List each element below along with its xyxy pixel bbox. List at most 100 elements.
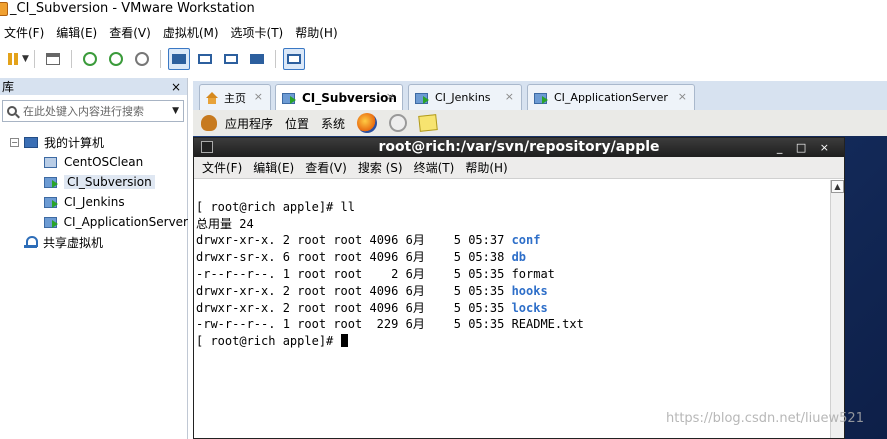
ls-time: 05:35 [468, 283, 505, 298]
notes-icon[interactable] [418, 114, 438, 132]
terminal-window[interactable]: root@rich:/var/svn/repository/apple _ □ … [193, 137, 845, 439]
console-view-button[interactable] [194, 48, 216, 70]
ls-month: 6月 [405, 250, 425, 265]
ls-row: drwxr-xr-x. 2 root root 4096 6月 5 05:37 … [196, 232, 830, 249]
scroll-up-icon[interactable]: ▲ [831, 180, 844, 193]
ls-group: root [333, 233, 363, 248]
close-icon[interactable]: × [505, 90, 514, 103]
menu-view[interactable]: 查看(V) [109, 24, 151, 41]
revert-snapshot-icon [108, 52, 123, 66]
chevron-down-icon[interactable]: ▼ [172, 106, 179, 116]
ls-links: 1 [282, 266, 290, 281]
ls-time: 05:38 [468, 250, 505, 265]
tab-label: CI_Jenkins [435, 91, 491, 104]
ls-name: locks [511, 300, 548, 315]
ls-owner: root [297, 250, 327, 265]
full-screen-icon [223, 54, 238, 64]
take-snapshot-button[interactable] [79, 48, 101, 70]
tree-item-vm[interactable]: CI_ApplicationServer [0, 212, 188, 232]
chevron-down-icon[interactable]: ▼ [22, 54, 29, 64]
ls-month: 6月 [405, 283, 425, 298]
guest-menu-places[interactable]: 位置 [285, 115, 309, 132]
snapshot-manager-button[interactable] [131, 48, 153, 70]
vmware-app-icon [0, 2, 8, 16]
menu-edit[interactable]: 编辑(E) [56, 24, 97, 41]
terminal-title-bar[interactable]: root@rich:/var/svn/repository/apple _ □ … [194, 138, 844, 157]
network-icon [45, 53, 60, 65]
terminal-menu-bar: 文件(F) 编辑(E) 查看(V) 搜索 (S) 终端(T) 帮助(H) [194, 157, 844, 179]
ls-row: -r--r--r--. 1 root root 2 6月 5 05:35 for… [196, 266, 830, 283]
menu-help[interactable]: 帮助(H) [295, 24, 337, 41]
menu-vm[interactable]: 虚拟机(M) [163, 24, 219, 41]
terminal-scrollbar[interactable]: ▲ [830, 180, 844, 438]
ls-group: root [333, 250, 363, 265]
title-bar: _CI_Subversion - VMware Workstation [0, 0, 887, 19]
revert-snapshot-button[interactable] [105, 48, 127, 70]
ls-name: hooks [511, 283, 548, 298]
ls-perms: -rw-r--r--. [196, 317, 276, 332]
terminal-menu-view[interactable]: 查看(V) [305, 159, 347, 176]
close-icon[interactable]: × [678, 90, 687, 103]
window-controls[interactable]: _ □ × [777, 138, 834, 157]
tree-label: CI_Jenkins [64, 195, 125, 209]
terminal-menu-file[interactable]: 文件(F) [202, 159, 242, 176]
tree-item-vm[interactable]: CentOSClean [0, 152, 188, 172]
tree-item-vm[interactable]: CI_Subversion [0, 172, 188, 192]
ls-name: conf [511, 233, 541, 248]
ls-row: drwxr-xr-x. 2 root root 4096 6月 5 05:35 … [196, 283, 830, 300]
unity-button[interactable] [246, 48, 268, 70]
tab-ci-applicationserver[interactable]: CI_ApplicationServer × [527, 84, 695, 110]
guest-menu-system[interactable]: 系统 [321, 115, 345, 132]
firefox-icon[interactable] [357, 113, 378, 133]
vm-tree: − 我的计算机 CentOSClean CI_Subversion CI_Jen… [0, 132, 188, 252]
tree-item-shared-vms[interactable]: 共享虚拟机 [0, 232, 188, 252]
thumbnail-button[interactable] [282, 48, 305, 70]
console-view-icon [197, 54, 212, 64]
toolbar: ▼ [0, 45, 887, 73]
terminal-menu-help[interactable]: 帮助(H) [465, 159, 507, 176]
full-screen-button[interactable] [220, 48, 242, 70]
terminal-menu-terminal[interactable]: 终端(T) [414, 159, 455, 176]
ls-time: 05:37 [468, 233, 505, 248]
library-close-icon[interactable]: × [171, 80, 181, 94]
search-icon [7, 106, 17, 116]
tab-ci-jenkins[interactable]: CI_Jenkins × [408, 84, 522, 110]
vm-powered-off-icon [44, 156, 58, 168]
library-search-input[interactable]: 在此处键入内容进行搜索 ▼ [2, 100, 184, 122]
menu-tabs[interactable]: 选项卡(T) [231, 24, 284, 41]
pause-icon [8, 53, 18, 65]
terminal-menu-search[interactable]: 搜索 (S) [358, 159, 403, 176]
close-icon[interactable]: × [386, 90, 395, 103]
ls-group: root [333, 283, 363, 298]
tree-item-my-computer[interactable]: − 我的计算机 [0, 132, 188, 152]
close-icon[interactable]: × [254, 90, 263, 103]
terminal-prompt-text: [ root@rich apple]# [196, 334, 341, 349]
shared-vms-icon [24, 236, 38, 248]
menu-file[interactable]: 文件(F) [4, 24, 44, 41]
tab-ci-subversion[interactable]: CI_Subversion × [275, 84, 403, 110]
collapse-toggle-icon[interactable]: − [10, 137, 19, 147]
overlay-shape [677, 334, 699, 416]
unity-icon [249, 54, 264, 64]
ls-perms: drwxr-xr-x. [196, 283, 276, 298]
terminal-line-prompt: [ root@rich apple]# ll [196, 199, 355, 214]
ls-size: 4096 [369, 300, 399, 315]
terminal-menu-edit[interactable]: 编辑(E) [253, 159, 294, 176]
pause-button[interactable] [4, 48, 22, 70]
tree-item-vm[interactable]: CI_Jenkins [0, 192, 188, 212]
show-library-button[interactable] [167, 48, 190, 70]
network-button[interactable] [42, 48, 64, 70]
guest-menu-applications[interactable]: 应用程序 [225, 115, 273, 132]
vm-running-icon [282, 92, 296, 104]
tree-label: CentOSClean [64, 155, 144, 169]
tab-home[interactable]: 主页 × [199, 84, 271, 110]
thumbnail-icon [286, 54, 301, 64]
home-icon [206, 91, 219, 104]
toolbar-divider [33, 50, 35, 68]
ls-time: 05:35 [468, 300, 505, 315]
vm-running-icon [44, 196, 58, 208]
ls-size: 4096 [369, 250, 399, 265]
menu-bar: 文件(F) 编辑(E) 查看(V) 虚拟机(M) 选项卡(T) 帮助(H) [0, 21, 887, 43]
terminal-output[interactable]: [ root@rich apple]# ll 总用量 24 drwxr-xr-x. … [194, 180, 830, 438]
help-icon[interactable] [389, 114, 408, 132]
